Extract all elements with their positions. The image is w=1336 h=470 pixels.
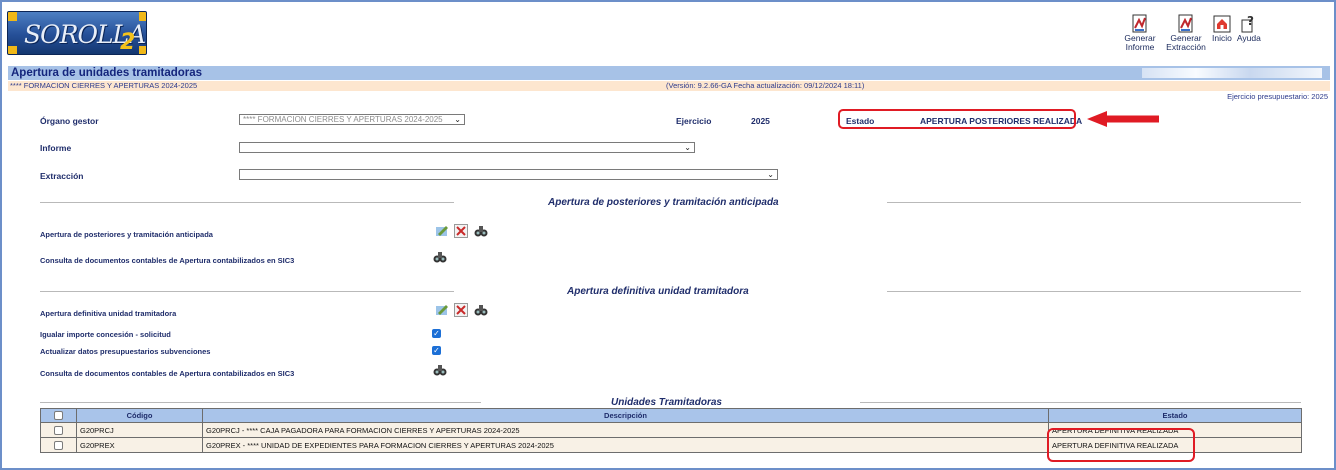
search-binoculars-icon[interactable] — [474, 224, 488, 238]
generar-informe-button[interactable]: Generar Informe — [1120, 14, 1160, 52]
descripcion-header[interactable]: Descripción — [202, 408, 1049, 423]
ejercicio-label: Ejercicio — [676, 116, 712, 126]
delete-icon[interactable] — [454, 224, 468, 238]
descripcion-cell: G20PREX - **** UNIDAD DE EXPEDIENTES PAR… — [202, 437, 1049, 453]
section-definitiva-title: Apertura definitiva unidad tramitadora — [567, 286, 749, 297]
edit-icon[interactable] — [435, 224, 449, 238]
sub-band: **** FORMACION CIERRES Y APERTURAS 2024-… — [8, 81, 1330, 91]
chevron-down-icon: ⌄ — [684, 143, 691, 152]
logo-suffix: 2 — [120, 30, 136, 55]
section-unidades-title: Unidades Tramitadoras — [611, 397, 722, 408]
descripcion-cell: G20PRCJ - **** CAJA PAGADORA PARA FORMAC… — [202, 422, 1049, 438]
report-icon — [1132, 14, 1147, 33]
ejercicio-presupuestario: Ejercicio presupuestario: 2025 — [1227, 92, 1328, 101]
informe-select[interactable]: ⌄ — [239, 142, 695, 153]
select-all-checkbox[interactable] — [54, 411, 63, 421]
extraction-icon — [1178, 14, 1193, 33]
toolbar: Generar Informe Generar Extracción Inici… — [1120, 14, 1266, 52]
user-name-blurred — [1142, 68, 1322, 78]
organo-gestor-value: **** FORMACION CIERRES Y APERTURAS 2024-… — [243, 115, 443, 124]
igualar-importe-label: Igualar importe concesión - solicitud — [40, 330, 171, 339]
home-icon — [1213, 15, 1231, 33]
search-binoculars-icon[interactable] — [433, 363, 447, 377]
consulta-documentos-label: Consulta de documentos contables de Aper… — [40, 256, 295, 265]
row-select-cell — [40, 422, 77, 438]
ayuda-label: Ayuda — [1236, 33, 1261, 43]
estado-header[interactable]: Estado — [1048, 408, 1302, 423]
select-all-header — [40, 408, 77, 423]
actualizar-datos-label: Actualizar datos presupuestarios subvenc… — [40, 347, 211, 356]
version-info: (Versión: 9.2.66-GA Fecha actualización:… — [666, 81, 865, 90]
extraccion-select[interactable]: ⌄ — [239, 169, 778, 180]
informe-label: Informe — [40, 143, 72, 153]
help-icon: ? — [1241, 14, 1254, 33]
search-binoculars-icon[interactable] — [433, 250, 447, 264]
row-checkbox[interactable] — [54, 425, 63, 435]
organo-gestor-label: Órgano gestor — [40, 116, 99, 126]
ejercicio-value: 2025 — [751, 116, 770, 126]
search-binoculars-icon[interactable] — [474, 303, 488, 317]
apertura-definitiva-label: Apertura definitiva unidad tramitadora — [40, 309, 177, 318]
section-posteriores-title: Apertura de posteriores y tramitación an… — [548, 197, 779, 208]
organo-subtitle: **** FORMACION CIERRES Y APERTURAS 2024-… — [10, 81, 198, 90]
section-divider — [887, 291, 1301, 292]
codigo-header[interactable]: Código — [76, 408, 203, 423]
actualizar-datos-checkbox[interactable]: ✓ — [432, 346, 441, 355]
estado-highlight — [838, 109, 1076, 129]
red-arrow-icon — [1087, 111, 1159, 127]
igualar-importe-checkbox[interactable]: ✓ — [432, 329, 441, 338]
consulta-documentos-definitiva-label: Consulta de documentos contables de Aper… — [40, 369, 295, 378]
section-divider — [40, 202, 454, 203]
table-header-row: Código Descripción Estado — [40, 408, 1302, 423]
chevron-down-icon: ⌄ — [454, 115, 461, 124]
section-divider — [887, 202, 1301, 203]
section-divider — [40, 291, 454, 292]
row-checkbox[interactable] — [54, 440, 63, 450]
inicio-label: Inicio — [1212, 33, 1232, 43]
codigo-cell: G20PREX — [76, 437, 203, 453]
codigo-cell: G20PRCJ — [76, 422, 203, 438]
estado-highlight-oval — [1047, 428, 1195, 462]
ayuda-button[interactable]: ? Ayuda — [1237, 14, 1261, 52]
apertura-posteriores-label: Apertura de posteriores y tramitación an… — [40, 230, 213, 239]
generar-extraccion-button[interactable]: Generar Extracción — [1165, 14, 1207, 52]
chevron-down-icon: ⌄ — [767, 170, 774, 179]
row-select-cell — [40, 437, 77, 453]
title-band: Apertura de unidades tramitadoras — [8, 66, 1330, 81]
sorolla-logo: SOROLLA 2 — [7, 11, 147, 55]
generar-informe-label: Generar Informe — [1124, 33, 1156, 52]
inicio-button[interactable]: Inicio — [1212, 14, 1232, 52]
section-divider — [40, 402, 481, 403]
edit-icon[interactable] — [435, 303, 449, 317]
svg-text:?: ? — [1247, 14, 1254, 28]
page-title: Apertura de unidades tramitadoras — [11, 67, 203, 79]
extraccion-label: Extracción — [40, 171, 84, 181]
generar-extraccion-label: Generar Extracción — [1166, 33, 1206, 52]
organo-gestor-select[interactable]: **** FORMACION CIERRES Y APERTURAS 2024-… — [239, 114, 465, 125]
section-divider — [860, 402, 1301, 403]
delete-icon[interactable] — [454, 303, 468, 317]
